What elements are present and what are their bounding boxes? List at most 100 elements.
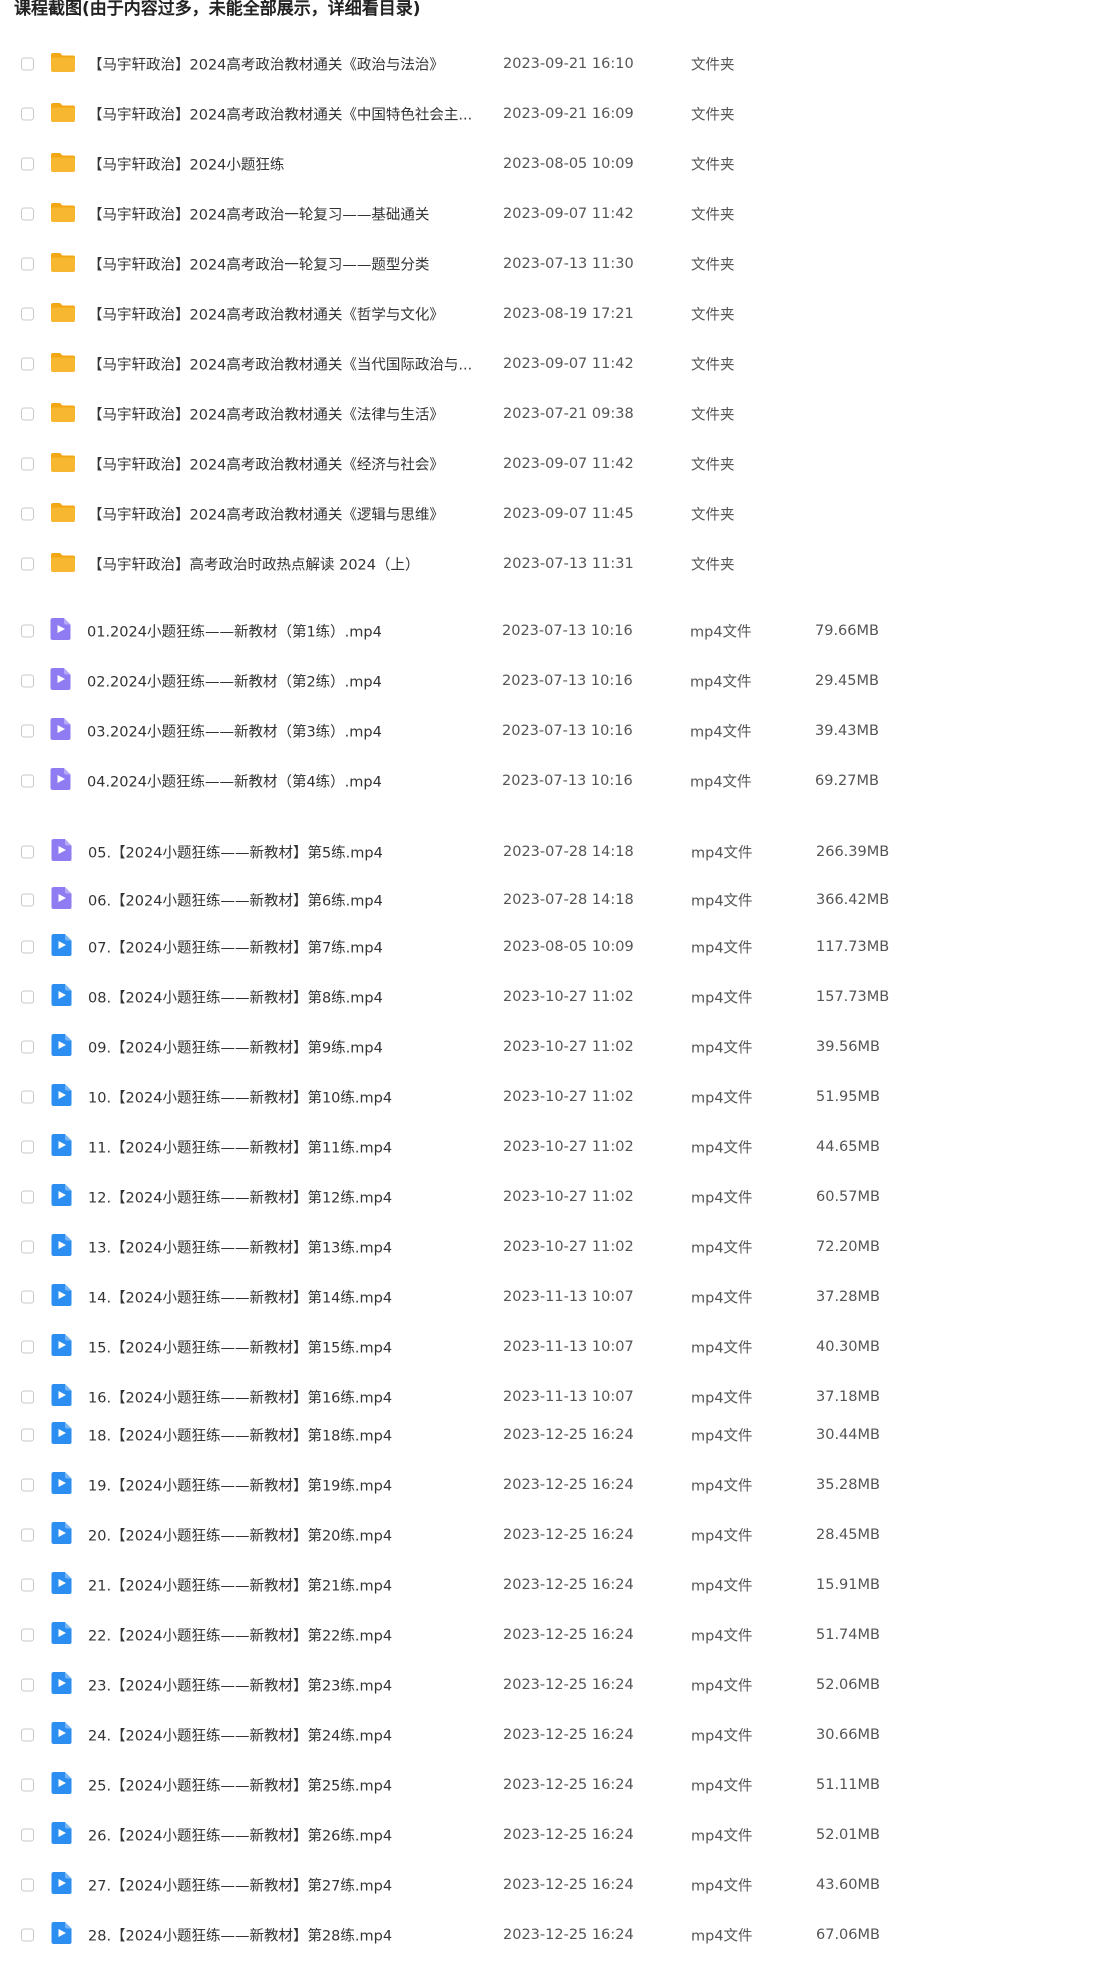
file-name[interactable]: 07.【2024小题狂练——新教材】第7练.mp4 xyxy=(88,937,383,958)
row-checkbox[interactable] xyxy=(21,407,34,421)
video-row[interactable]: 05.【2024小题狂练——新教材】第5练.mp4 2023-07-28 14:1… xyxy=(0,832,1107,872)
file-name[interactable]: 【马宇轩政治】2024高考政治教材通关《经济与社会》 xyxy=(88,454,444,475)
row-checkbox[interactable] xyxy=(21,1778,34,1792)
video-row[interactable]: 02.2024小题狂练——新教材（第2练）.mp4 2023-07-13 10:1… xyxy=(0,661,1107,701)
row-checkbox[interactable] xyxy=(21,845,34,859)
row-checkbox[interactable] xyxy=(21,1290,34,1304)
row-checkbox[interactable] xyxy=(21,1578,34,1592)
video-row[interactable]: 27.【2024小题狂练——新教材】第27练.mp4 2023-12-25 16:… xyxy=(0,1865,1107,1905)
video-row[interactable]: 06.【2024小题狂练——新教材】第6练.mp4 2023-07-28 14:1… xyxy=(0,880,1107,920)
video-row[interactable]: 26.【2024小题狂练——新教材】第26练.mp4 2023-12-25 16:… xyxy=(0,1815,1107,1855)
file-name[interactable]: 【马宇轩政治】2024高考政治教材通关《当代国际政治与... xyxy=(88,354,472,375)
video-row[interactable]: 24.【2024小题狂练——新教材】第24练.mp4 2023-12-25 16:… xyxy=(0,1715,1107,1755)
file-name[interactable]: 24.【2024小题狂练——新教材】第24练.mp4 xyxy=(88,1725,392,1746)
folder-row[interactable]: 【马宇轩政治】2024高考政治教材通关《哲学与文化》 2023-08-19 17:… xyxy=(0,294,1107,334)
row-checkbox[interactable] xyxy=(21,774,34,788)
row-checkbox[interactable] xyxy=(21,990,34,1004)
folder-row[interactable]: 【马宇轩政治】2024高考政治一轮复习——基础通关 2023-09-07 11:4… xyxy=(0,194,1107,234)
row-checkbox[interactable] xyxy=(21,1090,34,1104)
row-checkbox[interactable] xyxy=(21,1478,34,1492)
file-name[interactable]: 【马宇轩政治】2024高考政治教材通关《政治与法治》 xyxy=(88,54,444,75)
video-row[interactable]: 28.【2024小题狂练——新教材】第28练.mp4 2023-12-25 16:… xyxy=(0,1915,1107,1955)
video-row[interactable]: 04.2024小题狂练——新教材（第4练）.mp4 2023-07-13 10:1… xyxy=(0,761,1107,801)
row-checkbox[interactable] xyxy=(21,724,34,738)
video-row[interactable]: 07.【2024小题狂练——新教材】第7练.mp4 2023-08-05 10:0… xyxy=(0,927,1107,967)
file-name[interactable]: 【马宇轩政治】2024高考政治一轮复习——题型分类 xyxy=(88,254,429,275)
row-checkbox[interactable] xyxy=(21,307,34,321)
file-name[interactable]: 14.【2024小题狂练——新教材】第14练.mp4 xyxy=(88,1287,392,1308)
file-name[interactable]: 16.【2024小题狂练——新教材】第16练.mp4 xyxy=(88,1387,392,1408)
row-checkbox[interactable] xyxy=(21,1140,34,1154)
folder-row[interactable]: 【马宇轩政治】高考政治时政热点解读 2024（上） 2023-07-13 11:3… xyxy=(0,544,1107,584)
file-name[interactable]: 【马宇轩政治】2024高考政治一轮复习——基础通关 xyxy=(88,204,429,225)
file-name[interactable]: 15.【2024小题狂练——新教材】第15练.mp4 xyxy=(88,1337,392,1358)
video-row[interactable]: 10.【2024小题狂练——新教材】第10练.mp4 2023-10-27 11:… xyxy=(0,1077,1107,1117)
file-name[interactable]: 13.【2024小题狂练——新教材】第13练.mp4 xyxy=(88,1237,392,1258)
video-row[interactable]: 19.【2024小题狂练——新教材】第19练.mp4 2023-12-25 16:… xyxy=(0,1465,1107,1505)
file-name[interactable]: 04.2024小题狂练——新教材（第4练）.mp4 xyxy=(87,771,382,792)
file-name[interactable]: 10.【2024小题狂练——新教材】第10练.mp4 xyxy=(88,1087,392,1108)
file-name[interactable]: 【马宇轩政治】2024高考政治教材通关《逻辑与思维》 xyxy=(88,504,444,525)
folder-row[interactable]: 【马宇轩政治】2024高考政治教材通关《经济与社会》 2023-09-07 11:… xyxy=(0,444,1107,484)
file-name[interactable]: 【马宇轩政治】2024高考政治教材通关《中国特色社会主... xyxy=(88,104,472,125)
video-row[interactable]: 11.【2024小题狂练——新教材】第11练.mp4 2023-10-27 11:… xyxy=(0,1127,1107,1167)
row-checkbox[interactable] xyxy=(21,107,34,121)
row-checkbox[interactable] xyxy=(21,57,34,71)
row-checkbox[interactable] xyxy=(21,1340,34,1354)
file-name[interactable]: 06.【2024小题狂练——新教材】第6练.mp4 xyxy=(88,890,383,911)
row-checkbox[interactable] xyxy=(21,1040,34,1054)
row-checkbox[interactable] xyxy=(21,1728,34,1742)
file-name[interactable]: 19.【2024小题狂练——新教材】第19练.mp4 xyxy=(88,1475,392,1496)
file-name[interactable]: 【马宇轩政治】2024高考政治教材通关《法律与生活》 xyxy=(88,404,444,425)
folder-row[interactable]: 【马宇轩政治】2024高考政治教材通关《法律与生活》 2023-07-21 09:… xyxy=(0,394,1107,434)
row-checkbox[interactable] xyxy=(21,1190,34,1204)
row-checkbox[interactable] xyxy=(21,257,34,271)
folder-row[interactable]: 【马宇轩政治】2024高考政治教材通关《逻辑与思维》 2023-09-07 11:… xyxy=(0,494,1107,534)
video-row[interactable]: 15.【2024小题狂练——新教材】第15练.mp4 2023-11-13 10:… xyxy=(0,1327,1107,1367)
file-name[interactable]: 05.【2024小题狂练——新教材】第5练.mp4 xyxy=(88,842,383,863)
row-checkbox[interactable] xyxy=(21,1828,34,1842)
video-row[interactable]: 22.【2024小题狂练——新教材】第22练.mp4 2023-12-25 16:… xyxy=(0,1615,1107,1655)
folder-row[interactable]: 【马宇轩政治】2024高考政治一轮复习——题型分类 2023-07-13 11:3… xyxy=(0,244,1107,284)
video-row[interactable]: 18.【2024小题狂练——新教材】第18练.mp4 2023-12-25 16:… xyxy=(0,1415,1107,1455)
row-checkbox[interactable] xyxy=(21,1428,34,1442)
file-name[interactable]: 20.【2024小题狂练——新教材】第20练.mp4 xyxy=(88,1525,392,1546)
file-name[interactable]: 03.2024小题狂练——新教材（第3练）.mp4 xyxy=(87,721,382,742)
video-row[interactable]: 23.【2024小题狂练——新教材】第23练.mp4 2023-12-25 16:… xyxy=(0,1665,1107,1705)
video-row[interactable]: 25.【2024小题狂练——新教材】第25练.mp4 2023-12-25 16:… xyxy=(0,1765,1107,1805)
file-name[interactable]: 02.2024小题狂练——新教材（第2练）.mp4 xyxy=(87,671,382,692)
file-name[interactable]: 【马宇轩政治】高考政治时政热点解读 2024（上） xyxy=(88,554,420,575)
file-name[interactable]: 【马宇轩政治】2024小题狂练 xyxy=(88,154,284,175)
row-checkbox[interactable] xyxy=(21,1390,34,1404)
video-row[interactable]: 14.【2024小题狂练——新教材】第14练.mp4 2023-11-13 10:… xyxy=(0,1277,1107,1317)
folder-row[interactable]: 【马宇轩政治】2024高考政治教材通关《政治与法治》 2023-09-21 16:… xyxy=(0,44,1107,84)
file-name[interactable]: 28.【2024小题狂练——新教材】第28练.mp4 xyxy=(88,1925,392,1946)
folder-row[interactable]: 【马宇轩政治】2024高考政治教材通关《中国特色社会主... 2023-09-21… xyxy=(0,94,1107,134)
row-checkbox[interactable] xyxy=(21,157,34,171)
row-checkbox[interactable] xyxy=(21,624,34,638)
video-row[interactable]: 16.【2024小题狂练——新教材】第16练.mp4 2023-11-13 10:… xyxy=(0,1377,1107,1417)
file-name[interactable]: 25.【2024小题狂练——新教材】第25练.mp4 xyxy=(88,1775,392,1796)
video-row[interactable]: 20.【2024小题狂练——新教材】第20练.mp4 2023-12-25 16:… xyxy=(0,1515,1107,1555)
folder-row[interactable]: 【马宇轩政治】2024高考政治教材通关《当代国际政治与... 2023-09-07… xyxy=(0,344,1107,384)
row-checkbox[interactable] xyxy=(21,1628,34,1642)
row-checkbox[interactable] xyxy=(21,207,34,221)
row-checkbox[interactable] xyxy=(21,1678,34,1692)
folder-row[interactable]: 【马宇轩政治】2024小题狂练 2023-08-05 10:09 文件夹 xyxy=(0,144,1107,184)
row-checkbox[interactable] xyxy=(21,1240,34,1254)
row-checkbox[interactable] xyxy=(21,457,34,471)
file-name[interactable]: 12.【2024小题狂练——新教材】第12练.mp4 xyxy=(88,1187,392,1208)
file-name[interactable]: 22.【2024小题狂练——新教材】第22练.mp4 xyxy=(88,1625,392,1646)
row-checkbox[interactable] xyxy=(21,507,34,521)
row-checkbox[interactable] xyxy=(21,357,34,371)
file-name[interactable]: 21.【2024小题狂练——新教材】第21练.mp4 xyxy=(88,1575,392,1596)
row-checkbox[interactable] xyxy=(21,940,34,954)
file-name[interactable]: 23.【2024小题狂练——新教材】第23练.mp4 xyxy=(88,1675,392,1696)
file-name[interactable]: 09.【2024小题狂练——新教材】第9练.mp4 xyxy=(88,1037,383,1058)
video-row[interactable]: 03.2024小题狂练——新教材（第3练）.mp4 2023-07-13 10:1… xyxy=(0,711,1107,751)
video-row[interactable]: 13.【2024小题狂练——新教材】第13练.mp4 2023-10-27 11:… xyxy=(0,1227,1107,1267)
row-checkbox[interactable] xyxy=(21,557,34,571)
row-checkbox[interactable] xyxy=(21,674,34,688)
file-name[interactable]: 18.【2024小题狂练——新教材】第18练.mp4 xyxy=(88,1425,392,1446)
file-name[interactable]: 27.【2024小题狂练——新教材】第27练.mp4 xyxy=(88,1875,392,1896)
